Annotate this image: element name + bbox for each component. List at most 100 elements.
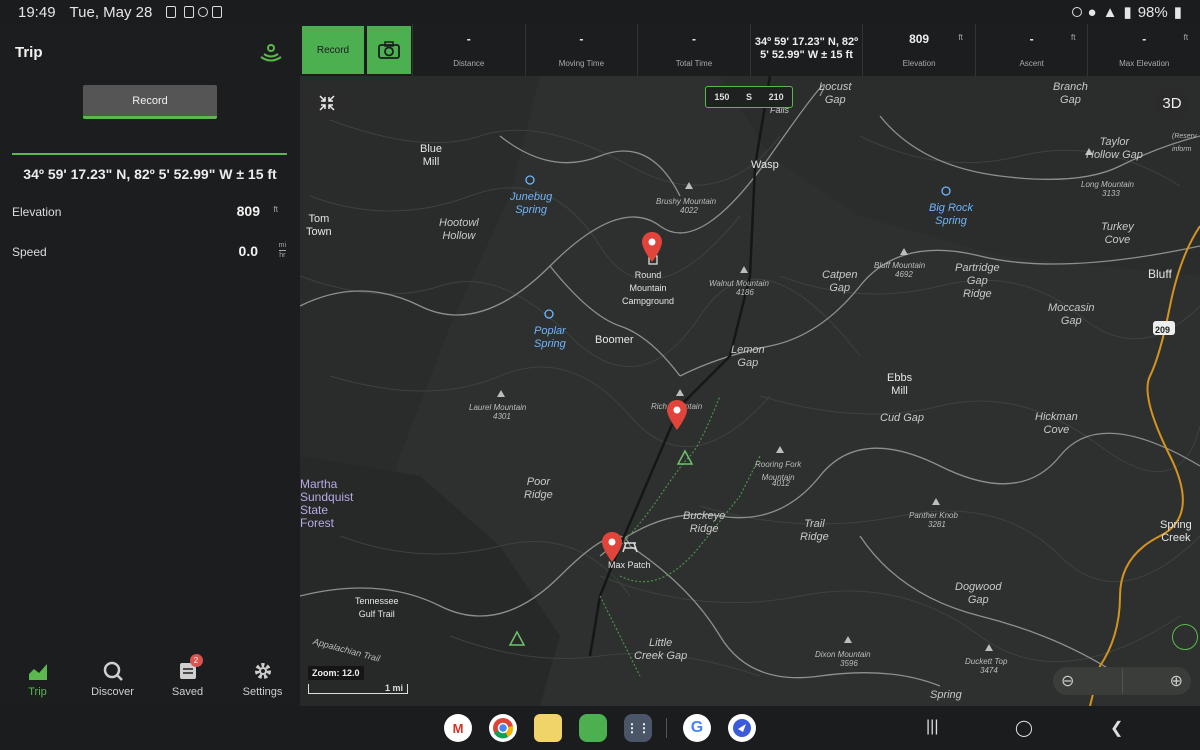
battery-level: 98%: [1137, 3, 1168, 21]
map-label: 3474: [980, 666, 998, 675]
map-label: Taylor Hollow Gap: [1086, 136, 1143, 161]
map-label: 4692: [895, 270, 913, 279]
dock-divider: [666, 718, 667, 738]
back-button[interactable]: ❮: [1110, 718, 1123, 738]
map-label: Poor Ridge: [524, 476, 553, 501]
max-elevation-unit: ft: [1183, 33, 1189, 42]
google-icon[interactable]: G: [683, 714, 711, 742]
moving-time-value: -: [579, 32, 584, 46]
collapse-icon: [319, 95, 335, 111]
ascent-unit: ft: [1071, 33, 1076, 42]
map-label: 4301: [493, 412, 511, 421]
gear-icon: [254, 663, 271, 679]
notification-icon: [166, 6, 177, 18]
home-button[interactable]: ◯: [1015, 718, 1033, 738]
recents-button[interactable]: |||: [926, 718, 938, 736]
trip-panel: Trip Record 34º 59' 17.23" N, 82º 5' 52.…: [0, 24, 300, 706]
map-label: 3281: [928, 520, 946, 529]
notification-icon: [198, 7, 209, 17]
saved-icon: 2: [177, 654, 203, 682]
panel-title: Trip: [15, 44, 43, 61]
map-label: Spring Creek: [1160, 519, 1192, 544]
nav-settings[interactable]: Settings: [225, 660, 300, 706]
stat-moving-time: - Moving Time: [524, 24, 638, 76]
map-label: (Reserv inform: [1172, 133, 1197, 153]
nav-saved-label: Saved: [171, 686, 204, 698]
scale-label: 1 mi: [385, 683, 404, 693]
map-label: Round Mountain Campground: [622, 270, 675, 306]
map-label: Junebug Spring: [510, 191, 553, 216]
compass-left: 150: [714, 92, 730, 102]
map-label: Locust Gap: [819, 81, 852, 106]
status-date: Tue, May 28: [69, 3, 153, 21]
wifi-icon: ▲: [1102, 3, 1118, 21]
speed-row: Speed 0.0 mi hr: [12, 242, 288, 259]
notes-icon[interactable]: [534, 714, 562, 742]
map-label: 4012: [772, 479, 790, 488]
map-label: Boomer: [595, 334, 634, 346]
compass-heading[interactable]: 150 S 210: [705, 86, 793, 108]
map-label: Bluff: [1148, 267, 1172, 281]
map-pin[interactable]: [601, 531, 623, 563]
terrain-layer: [300, 76, 1200, 706]
collapse-map-button[interactable]: [310, 86, 344, 120]
apps-grid-icon[interactable]: ⋮⋮: [624, 714, 652, 742]
bottom-nav: Trip Discover 2 Saved Settings: [0, 654, 300, 706]
map-label: Branch Gap: [1053, 81, 1088, 106]
system-nav-bar: M ⋮⋮ G ||| ◯ ❮: [0, 706, 1200, 750]
nav-discover[interactable]: Discover: [75, 660, 150, 706]
map-label: 4022: [680, 206, 698, 215]
map-label: Lemon Gap: [731, 344, 765, 369]
map-label: Partridge Gap Ridge: [955, 262, 1000, 300]
elevation-unit: ft: [273, 205, 278, 214]
map-pin[interactable]: [666, 399, 688, 431]
gps-signal-icon[interactable]: [258, 38, 284, 64]
stat-total-time: - Total Time: [637, 24, 750, 76]
ascent-label: Ascent: [1019, 59, 1044, 68]
compass-right: 210: [768, 92, 784, 102]
route-shield: 209: [1155, 325, 1171, 335]
zoom-out-button[interactable]: ⊖: [1061, 671, 1074, 691]
stat-distance: - Distance: [412, 24, 525, 76]
coordinates-value: 34º 59' 17.23" N, 82º 5' 52.99" W ± 15 f…: [751, 36, 863, 62]
messages-icon[interactable]: [579, 714, 607, 742]
map-label: Tom Town: [306, 213, 332, 238]
map-pin[interactable]: [641, 231, 663, 263]
location-button[interactable]: [1172, 624, 1198, 650]
notification-icon: [212, 6, 223, 18]
nav-saved[interactable]: 2 Saved: [150, 654, 225, 706]
map-label: Spring: [930, 689, 962, 701]
speed-label: Speed: [12, 245, 47, 259]
stat-coordinates: 34º 59' 17.23" N, 82º 5' 52.99" W ± 15 f…: [749, 24, 863, 76]
zoom-control: ⊖ ⊕: [1053, 667, 1191, 695]
map-label: Tennessee Gulf Trail: [355, 596, 399, 619]
map-label: Catpen Gap: [822, 269, 858, 294]
saved-badge: 2: [189, 654, 203, 667]
map-view[interactable]: Locust Gap Branch Gap Falls Blue Mill Wasp …: [300, 76, 1200, 706]
camera-button[interactable]: [367, 26, 411, 74]
status-time: 19:49: [18, 3, 56, 21]
coordinates-line-1: 34º 59' 17.23" N, 82º: [754, 36, 859, 48]
gmail-icon[interactable]: M: [444, 714, 472, 742]
map-label: 4186: [736, 288, 754, 297]
record-button[interactable]: Record: [83, 85, 217, 119]
map-label: Hootowl Hollow: [439, 217, 479, 242]
chrome-icon[interactable]: [489, 714, 517, 742]
speed-unit: mi hr: [278, 241, 286, 260]
location-icon: ●: [1087, 3, 1097, 21]
speed-value: 0.0: [238, 243, 258, 259]
map-label: Blue Mill: [420, 143, 443, 168]
nav-trip[interactable]: Trip: [0, 660, 75, 706]
divider: [12, 153, 287, 155]
three-d-button[interactable]: 3D: [1155, 86, 1189, 120]
moving-time-label: Moving Time: [558, 59, 605, 68]
map-label: Ebbs Mill: [887, 372, 913, 397]
stats-record-button[interactable]: Record: [302, 26, 364, 74]
gaia-app-icon[interactable]: [728, 714, 756, 742]
zoom-in-button[interactable]: ⊕: [1170, 671, 1183, 691]
map-label: Wasp: [751, 159, 779, 171]
chart-icon: [28, 664, 47, 680]
battery-icon: ▮: [1173, 4, 1182, 21]
current-coordinates: 34º 59' 17.23" N, 82º 5' 52.99" W ± 15 f…: [23, 166, 277, 182]
distance-label: Distance: [453, 59, 485, 68]
